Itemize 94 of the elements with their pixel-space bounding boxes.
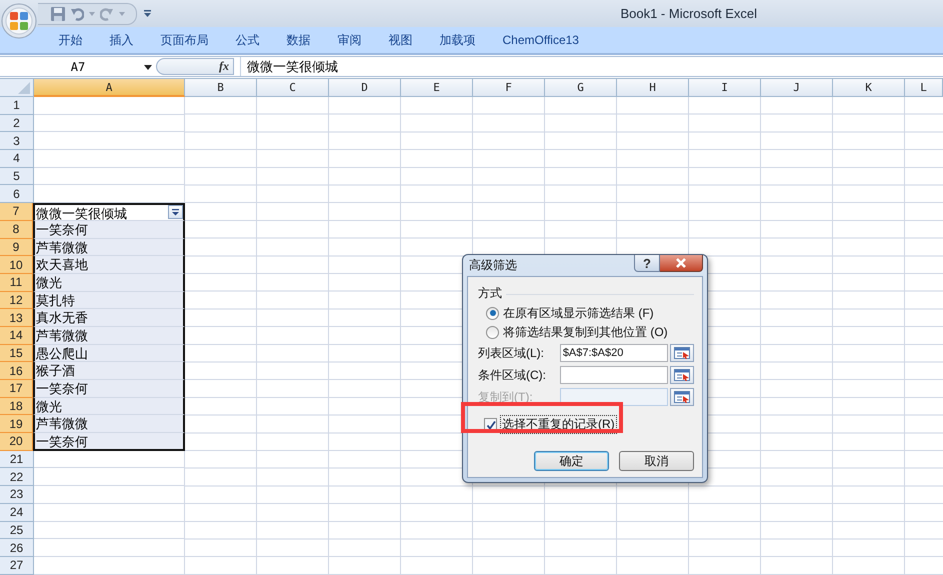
range-select-icon[interactable] [674,391,690,403]
ribbon-tab[interactable]: 审阅 [324,32,375,48]
row-header[interactable]: 21 [0,450,34,468]
undo-icon[interactable] [70,6,84,22]
input-field[interactable] [560,366,668,384]
table-cell: 微微一笑很倾城 [33,203,185,221]
table-cell: 芦苇微微 [33,238,185,256]
table-cell: 愚公爬山 [33,344,185,362]
insert-function-button[interactable]: fx [219,59,229,74]
column-header[interactable]: C [257,79,329,97]
row-header[interactable]: 13 [0,309,34,327]
row-header[interactable]: 6 [0,185,34,204]
dropdown-arrow-icon[interactable] [144,65,152,70]
column-header[interactable]: K [833,79,905,97]
row-header[interactable]: 25 [0,522,34,540]
table-cell: 莫扎特 [33,292,185,310]
row-header[interactable]: 12 [0,292,34,310]
row-header[interactable]: 26 [0,539,34,557]
ribbon-tab[interactable]: ChemOffice13 [489,33,592,47]
row-header[interactable]: 8 [0,220,34,238]
name-box[interactable]: A7 [0,57,156,76]
row-header[interactable]: 14 [0,326,34,345]
range-picker-button[interactable] [670,344,694,362]
window-title: Book1 - Microsoft Excel [620,6,757,21]
range-picker-button[interactable] [670,388,694,406]
formula-input[interactable]: 微微一笑很倾城 [240,57,338,76]
row-header[interactable]: 2 [0,114,34,132]
column-header[interactable]: E [401,79,473,97]
table-cell: 微光 [33,398,185,416]
table-cell: 一笑奈何 [33,220,185,238]
row-header[interactable]: 22 [0,468,34,486]
row-header[interactable]: 20 [0,433,34,451]
table-cell: 微光 [33,274,185,292]
column-header[interactable]: L [905,79,943,97]
ribbon-tab[interactable]: 加载项 [426,32,489,48]
column-header[interactable]: A [34,79,185,97]
row-header[interactable]: 18 [0,398,34,416]
ribbon-tab[interactable]: 开始 [45,32,96,48]
row-header[interactable]: 5 [0,168,34,186]
column-header[interactable]: B [185,79,257,97]
cancel-button[interactable]: 取消 [619,451,694,471]
radio-button[interactable] [486,306,499,320]
field-label: 列表区域(L): [478,344,545,362]
group-label: 方式 [478,285,502,302]
dialog-title: 高级筛选 [468,257,517,274]
filter-dropdown-button[interactable] [168,205,183,220]
dropdown-arrow-icon[interactable] [172,208,179,216]
table-cell: 芦苇微微 [33,415,185,434]
column-header[interactable]: I [689,79,761,97]
save-icon[interactable] [50,6,66,22]
table-cell: 一笑奈何 [33,380,185,398]
row-header[interactable]: 17 [0,380,34,398]
table-cell: 芦苇微微 [33,326,185,345]
ok-button[interactable]: 确定 [534,451,609,471]
help-button[interactable]: ? [634,255,660,272]
ribbon-tab[interactable]: 插入 [96,32,147,48]
row-header[interactable]: 27 [0,556,34,575]
radio-button[interactable] [486,326,499,338]
row-header[interactable]: 11 [0,274,34,292]
range-select-icon[interactable] [674,369,690,381]
field-label: 条件区域(C): [478,366,547,384]
checkmark-icon[interactable] [486,420,496,430]
row-header[interactable]: 15 [0,344,34,362]
ribbon-tab[interactable]: 页面布局 [147,32,222,48]
column-header[interactable]: F [473,79,545,97]
table-cell: 猴子酒 [33,362,185,380]
row-header[interactable]: 19 [0,415,34,434]
row-header[interactable]: 24 [0,504,34,522]
column-header[interactable]: J [761,79,833,97]
ribbon-tab[interactable]: 数据 [273,32,324,48]
ribbon-tab[interactable]: 公式 [222,32,273,48]
row-header[interactable]: 10 [0,256,34,274]
row-header[interactable]: 1 [0,97,34,115]
row-header[interactable]: 9 [0,238,34,256]
row-header[interactable]: 23 [0,486,34,504]
radio-label[interactable]: 将筛选结果复制到其他位置 (O) [503,324,668,340]
column-header[interactable]: D [329,79,401,97]
row-header[interactable]: 7 [0,203,34,221]
close-button[interactable] [660,255,703,272]
range-select-icon[interactable] [674,347,690,359]
row-header[interactable]: 16 [0,362,34,380]
radio-label[interactable]: 在原有区域显示筛选结果 (F) [503,304,654,322]
column-header[interactable]: H [617,79,689,97]
table-cell: 真水无香 [33,309,185,327]
ribbon-tab[interactable]: 视图 [375,32,426,48]
customize-toolbar-icon[interactable] [143,9,152,18]
table-cell: 欢天喜地 [33,256,185,274]
input-field[interactable]: $A$7:$A$20 [560,344,668,362]
range-picker-button[interactable] [670,366,694,384]
row-header[interactable]: 3 [0,132,34,150]
row-header[interactable]: 4 [0,150,34,168]
column-header[interactable]: G [545,79,617,97]
table-cell: 一笑奈何 [33,433,185,451]
close-icon[interactable] [675,257,687,269]
